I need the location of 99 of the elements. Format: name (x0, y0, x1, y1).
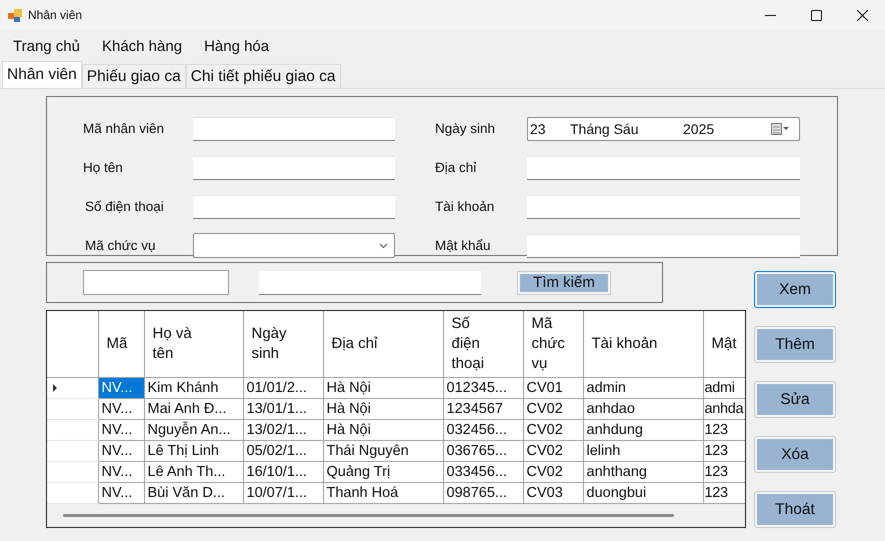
table-cell: Lê Thị Linh (144, 440, 243, 461)
table-cell: CV02 (523, 461, 583, 482)
table-cell: 012345... (443, 377, 523, 398)
table-cell: 032456... (443, 419, 523, 440)
field-label: Mã nhân viên (82, 121, 166, 136)
field-label: Tài khoản (435, 199, 496, 214)
table-cell: 123 (703, 419, 745, 440)
column-header[interactable]: Mã chức vụ (523, 311, 583, 377)
input-field[interactable] (193, 156, 395, 180)
table-cell: CV01 (523, 377, 583, 398)
maximize-icon[interactable] (810, 10, 822, 20)
table-cell: 05/02/1... (243, 440, 323, 461)
date-month: Tháng Sáu (570, 120, 640, 136)
table-cell: Quảng Trị (323, 461, 443, 482)
input-field[interactable] (527, 156, 800, 180)
menu-item[interactable]: Trang chủ (5, 38, 88, 54)
table-cell: NV... (98, 419, 144, 440)
combo-box[interactable] (83, 270, 229, 295)
table-cell: NV... (98, 377, 144, 398)
table-cell: 033456... (443, 461, 523, 482)
search-field[interactable] (259, 270, 481, 294)
close-icon[interactable] (856, 10, 868, 20)
table-cell: Nguyễn An... (144, 419, 243, 440)
action-button[interactable]: Thêm (755, 327, 835, 362)
table-cell: 13/02/1... (243, 419, 323, 440)
date-picker[interactable]: 23 Tháng Sáu 2025 (527, 116, 800, 140)
combo-box[interactable] (193, 233, 395, 258)
table-cell: 036765... (443, 440, 523, 461)
column-header[interactable]: Tài khoản (583, 311, 703, 377)
date-year: 2025 (683, 120, 716, 136)
table-cell: Thanh Hoá (323, 482, 443, 503)
table-cell: lelinh (583, 440, 703, 461)
field-label: Ngày sinh (435, 121, 496, 136)
table-cell: 123 (703, 440, 745, 461)
column-header[interactable]: Họ và tên (144, 311, 243, 377)
table-cell: Hà Nội (323, 398, 443, 419)
menu-item[interactable]: Hàng hóa (196, 38, 278, 54)
current-row-icon (53, 384, 57, 392)
table-cell: anhda (703, 398, 745, 419)
table-cell: 01/01/2... (243, 377, 323, 398)
input-field[interactable] (193, 116, 395, 140)
table-cell: 123 (703, 461, 745, 482)
action-button[interactable]: Thoát (755, 492, 835, 527)
table-cell: CV02 (523, 398, 583, 419)
table-cell: CV02 (523, 419, 583, 440)
field-label: Địa chỉ (435, 160, 478, 175)
field-label: Mã chức vụ (84, 238, 157, 253)
minimize-icon[interactable] (764, 14, 776, 16)
search-button[interactable]: Tìm kiếm (518, 272, 610, 294)
date-day: 23 (530, 120, 570, 136)
table-cell: Hà Nội (323, 377, 443, 398)
table-cell: admin (583, 377, 703, 398)
table-cell: 098765... (443, 482, 523, 503)
table-cell: Kim Khánh (144, 377, 243, 398)
scrollbar-thumb[interactable] (63, 514, 674, 517)
calendar-icon[interactable] (771, 122, 789, 134)
window-title: Nhân viên (28, 8, 84, 22)
table-cell: NV... (98, 461, 144, 482)
column-header[interactable]: Mã (98, 311, 144, 377)
table-cell: Lê Anh Th... (144, 461, 243, 482)
table-cell: 10/07/1... (243, 482, 323, 503)
table-cell: duongbui (583, 482, 703, 503)
table-cell: anhdung (583, 419, 703, 440)
tab[interactable]: Nhân viên (2, 61, 82, 88)
input-field[interactable] (193, 194, 395, 218)
input-field[interactable] (527, 194, 800, 218)
table-cell: Mai Anh Đ... (144, 398, 243, 419)
column-header[interactable]: Mật (703, 311, 745, 377)
table-cell: NV... (98, 482, 144, 503)
tab[interactable]: Chi tiết phiếu giao ca (186, 64, 340, 88)
column-header[interactable]: Ngày sinh (243, 311, 323, 377)
action-button[interactable]: Xem (755, 272, 835, 307)
row-header[interactable] (47, 377, 98, 398)
table-cell: 13/01/1... (243, 398, 323, 419)
table-cell: 123 (703, 482, 745, 503)
table-cell: NV... (98, 398, 144, 419)
table-cell: NV... (98, 440, 144, 461)
table-cell: Hà Nội (323, 419, 443, 440)
table-cell: anhthang (583, 461, 703, 482)
input-field[interactable] (527, 234, 800, 258)
table-cell: 16/10/1... (243, 461, 323, 482)
action-button[interactable]: Xóa (755, 437, 835, 472)
tab[interactable]: Phiếu giao ca (82, 64, 186, 88)
table-cell: 1234567 (443, 398, 523, 419)
table-cell: CV02 (523, 440, 583, 461)
action-button[interactable]: Sửa (755, 382, 835, 417)
table-cell: admi (703, 377, 745, 398)
field-label: Số điện thoại (84, 199, 165, 214)
table-cell: CV03 (523, 482, 583, 503)
chevron-down-icon (379, 242, 388, 248)
app-icon (8, 8, 22, 22)
table-cell: Bùi Văn D... (144, 482, 243, 503)
table-cell: anhdao (583, 398, 703, 419)
column-header[interactable]: Số điện thoại (443, 311, 523, 377)
field-label: Họ tên (82, 160, 124, 175)
field-label: Mật khẩu (435, 238, 492, 253)
table-cell: Thái Nguyên (323, 440, 443, 461)
column-header[interactable]: Địa chỉ (323, 311, 443, 377)
menu-item[interactable]: Khách hàng (94, 38, 190, 54)
